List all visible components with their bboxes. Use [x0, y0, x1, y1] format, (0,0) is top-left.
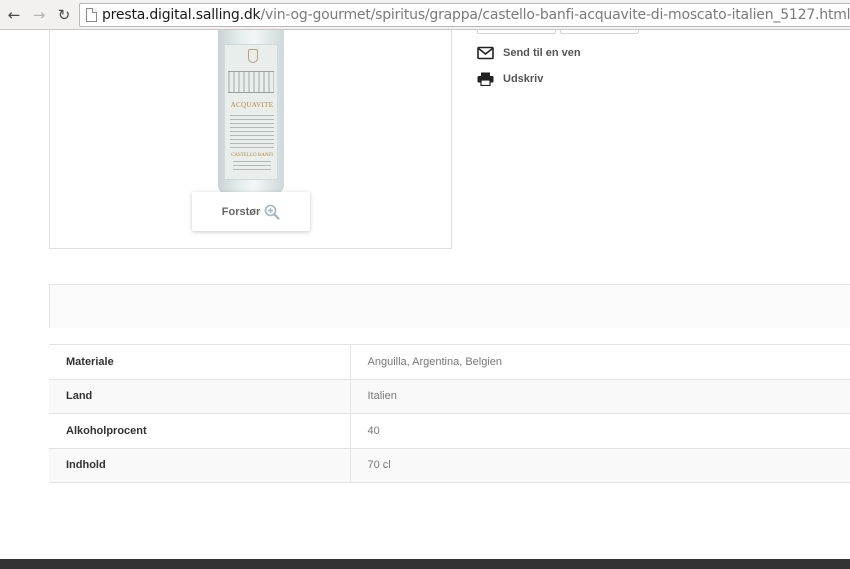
url-path: /vin-og-gourmet/spiritus/grappa/castello… [260, 7, 850, 23]
magnifier-plus-icon [264, 204, 280, 220]
label-illustration [228, 71, 274, 93]
label-text-block-small [233, 161, 271, 173]
table-row: Land Italien [49, 378, 850, 414]
printer-icon [477, 72, 494, 86]
quantity-control-stub[interactable] [477, 30, 556, 34]
site-footer [0, 559, 850, 569]
label-producer: CASTELLO BANFI [231, 153, 273, 158]
bottle-label: ACQUAVITE CASTELLO BANFI [224, 44, 278, 180]
back-arrow-icon[interactable]: ← [6, 6, 22, 24]
spec-value: Italien [350, 378, 850, 414]
spec-key: Materiale [49, 344, 351, 380]
table-row: Indhold 70 cl [49, 447, 850, 483]
label-text-block [230, 115, 274, 149]
spec-value: 70 cl [350, 447, 850, 483]
product-bottle-image[interactable]: ACQUAVITE CASTELLO BANFI [218, 30, 284, 195]
page-icon [86, 8, 97, 22]
envelope-icon [477, 46, 494, 60]
spec-key: Land [49, 378, 351, 414]
address-bar[interactable]: presta.digital.salling.dk/vin-og-gourmet… [79, 3, 850, 27]
spec-value: 40 [350, 413, 850, 449]
spec-key: Alkoholprocent [49, 413, 351, 449]
table-row: Materiale Anguilla, Argentina, Belgien [49, 344, 850, 380]
label-brand: ACQUAVITE [230, 101, 274, 109]
product-spec-table: Materiale Anguilla, Argentina, Belgien L… [49, 344, 850, 483]
add-to-cart-stub[interactable] [560, 30, 639, 34]
reload-icon[interactable]: ↻ [56, 6, 72, 24]
print-label: Udskriv [503, 73, 544, 85]
table-row: Alkoholprocent 40 [49, 413, 850, 449]
product-image-panel: ACQUAVITE CASTELLO BANFI Forstør [49, 30, 452, 249]
print-link[interactable]: Udskriv [477, 72, 543, 86]
url-text[interactable]: presta.digital.salling.dk/vin-og-gourmet… [102, 7, 850, 23]
send-to-friend-link[interactable]: Send til en ven [477, 46, 581, 60]
spec-key: Indhold [49, 447, 351, 483]
spec-value: Anguilla, Argentina, Belgien [350, 344, 850, 380]
browser-toolbar: ← → ↻ presta.digital.salling.dk/vin-og-g… [0, 0, 850, 30]
zoom-label: Forstør [221, 205, 261, 218]
crest-emblem [248, 49, 258, 63]
forward-arrow-icon[interactable]: → [31, 6, 47, 24]
url-host: presta.digital.salling.dk [102, 7, 261, 23]
send-to-friend-label: Send til en ven [503, 47, 581, 59]
info-banner [49, 284, 850, 328]
zoom-button[interactable]: Forstør [192, 192, 310, 231]
